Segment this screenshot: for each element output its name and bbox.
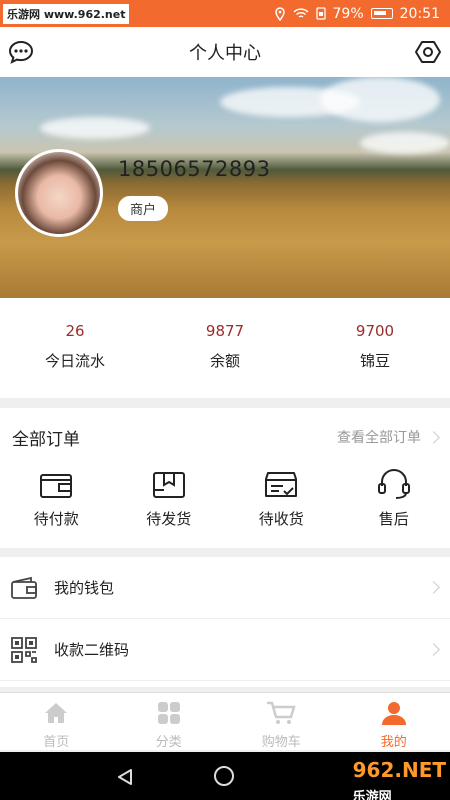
stat-label: 余额 xyxy=(209,352,240,370)
clock: 20:51 xyxy=(399,5,440,22)
status-bar: 乐游网 www.962.net 79% 20:51 xyxy=(0,0,450,27)
stats-panel: 26 今日流水 9877 余额 9700 锦豆 xyxy=(0,298,450,398)
chevron-right-icon xyxy=(427,581,440,594)
system-nav-bar: 962.NET 乐游网 xyxy=(0,752,450,800)
location-icon xyxy=(274,6,285,21)
avatar[interactable] xyxy=(15,149,103,237)
orders-section: 全部订单 查看全部订单 待付款 待发货 待收货 售后 xyxy=(0,408,450,548)
tab-mine[interactable]: 我的 xyxy=(338,693,450,750)
status-icons: 79% 20:51 xyxy=(274,6,450,22)
truck-icon xyxy=(265,472,298,497)
back-icon[interactable] xyxy=(116,768,134,786)
order-item-label: 售后 xyxy=(378,510,409,528)
watermark-label: 乐游网 www.962.net xyxy=(3,3,130,24)
order-after-sale[interactable]: 售后 xyxy=(338,466,450,529)
settings-gear-icon[interactable] xyxy=(414,39,442,65)
stat-label: 锦豆 xyxy=(359,352,390,370)
watermark-brand: 962 xyxy=(352,758,395,782)
tab-label: 首页 xyxy=(43,735,70,750)
cloud xyxy=(360,132,450,154)
menu-list: 我的钱包 收款二维码 xyxy=(0,557,450,687)
wallet-icon xyxy=(11,576,37,599)
watermark-suffix: .NET xyxy=(394,758,446,782)
order-item-label: 待收货 xyxy=(258,510,304,528)
site-watermark: 962.NET 乐游网 xyxy=(353,758,446,800)
order-item-label: 待发货 xyxy=(146,510,192,528)
menu-item-label: 收款二维码 xyxy=(54,641,130,659)
stat-label: 今日流水 xyxy=(44,352,105,370)
view-all-orders-link[interactable]: 查看全部订单 xyxy=(337,427,440,447)
bottom-tab-bar: 首页 分类 购物车 我的 xyxy=(0,692,450,750)
chevron-right-icon xyxy=(427,430,440,444)
top-header: 个人中心 xyxy=(0,27,450,77)
sim-icon xyxy=(315,7,326,20)
chevron-right-icon xyxy=(427,643,440,656)
role-badge: 商户 xyxy=(118,196,169,221)
tab-label: 购物车 xyxy=(261,735,301,750)
grid-icon xyxy=(157,702,180,724)
headset-icon xyxy=(377,469,410,499)
order-pending-ship[interactable]: 待发货 xyxy=(113,466,226,529)
wifi-icon xyxy=(292,7,309,18)
battery-percent: 79% xyxy=(332,5,364,22)
orders-title: 全部订单 xyxy=(12,429,80,450)
cloud xyxy=(320,77,440,122)
home-icon xyxy=(45,703,68,723)
stat-today-flow[interactable]: 26 今日流水 xyxy=(0,298,150,398)
wallet-icon xyxy=(40,474,73,498)
order-pending-payment[interactable]: 待付款 xyxy=(0,466,113,529)
menu-item-label: 我的钱包 xyxy=(54,579,115,597)
tab-home[interactable]: 首页 xyxy=(0,693,113,750)
user-phone: 18506572893 xyxy=(118,157,271,181)
chat-bubble-icon[interactable] xyxy=(8,40,34,64)
stat-balance[interactable]: 9877 余额 xyxy=(150,298,300,398)
tab-label: 我的 xyxy=(380,735,407,750)
orders-header: 全部订单 查看全部订单 xyxy=(0,408,450,466)
watermark-sub: 乐游网 xyxy=(352,790,392,800)
order-status-row: 待付款 待发货 待收货 售后 xyxy=(0,466,450,529)
battery-icon xyxy=(370,8,393,19)
qrcode-icon xyxy=(11,636,37,663)
profile-banner: 18506572893 商户 xyxy=(0,77,450,298)
tab-cart[interactable]: 购物车 xyxy=(225,693,338,750)
cart-icon xyxy=(267,701,296,724)
view-all-label: 查看全部订单 xyxy=(337,430,421,446)
stat-value: 26 xyxy=(65,322,85,340)
home-button-icon[interactable] xyxy=(214,766,234,786)
order-pending-receive[interactable]: 待收货 xyxy=(225,466,338,529)
menu-item-qrcode[interactable]: 收款二维码 xyxy=(0,619,450,681)
stat-value: 9877 xyxy=(205,322,245,340)
package-icon xyxy=(152,472,185,498)
stat-value: 9700 xyxy=(355,322,395,340)
tab-category[interactable]: 分类 xyxy=(113,693,226,750)
page-title: 个人中心 xyxy=(189,43,261,64)
cloud xyxy=(40,117,150,139)
order-item-label: 待付款 xyxy=(33,510,79,528)
user-icon xyxy=(381,702,406,725)
menu-item-wallet[interactable]: 我的钱包 xyxy=(0,557,450,619)
stat-beans[interactable]: 9700 锦豆 xyxy=(300,298,450,398)
tab-label: 分类 xyxy=(155,735,182,750)
